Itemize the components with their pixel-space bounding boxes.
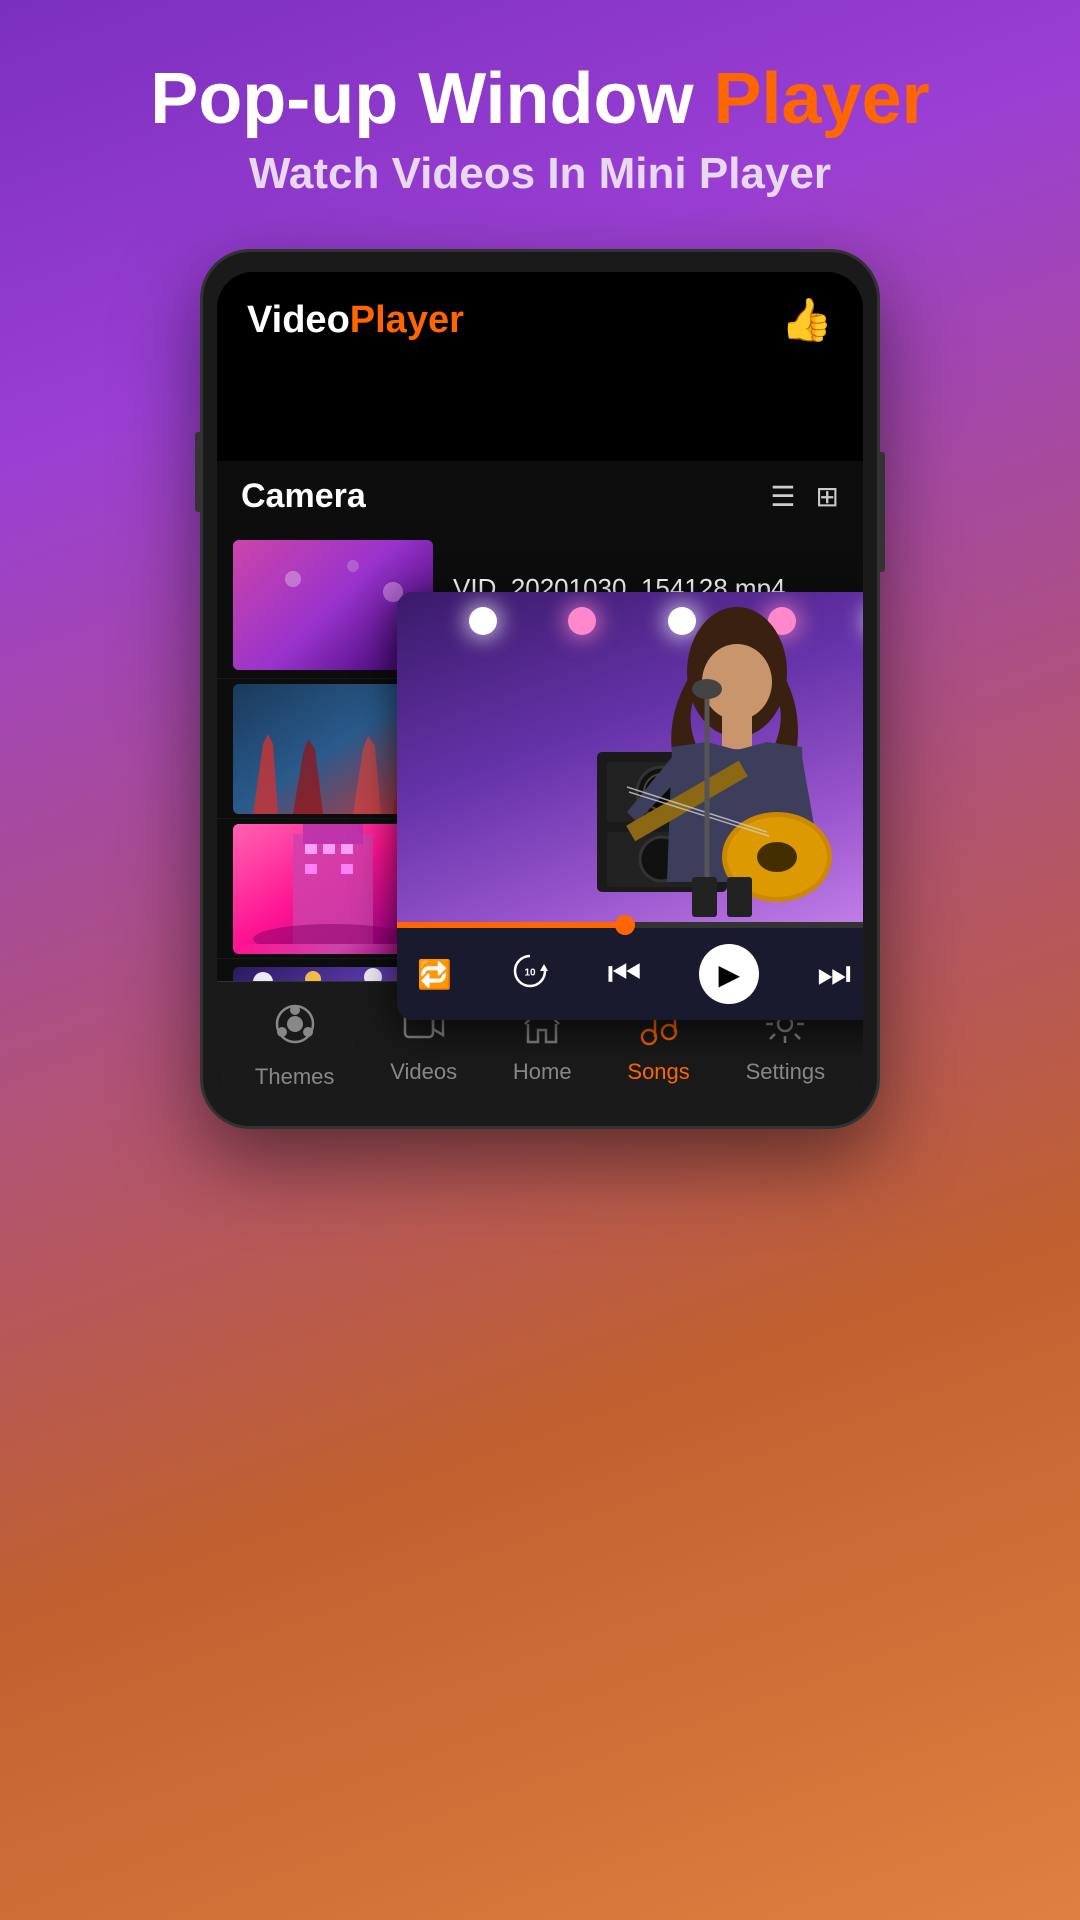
header-subtitle: Watch Videos In Mini Player bbox=[40, 149, 1040, 199]
logo-orange: Player bbox=[350, 299, 464, 341]
header-title: Pop-up Window Player bbox=[40, 60, 1040, 139]
player-progress[interactable] bbox=[397, 922, 863, 928]
list-view-icon[interactable]: ☰ bbox=[770, 480, 795, 513]
camera-label: Camera bbox=[241, 477, 366, 516]
nav-label-settings: Settings bbox=[746, 1059, 826, 1085]
header-section: Pop-up Window Player Watch Videos In Min… bbox=[0, 0, 1080, 229]
app-header: VideoPlayer 👍 bbox=[217, 272, 863, 361]
progress-fill bbox=[397, 922, 625, 928]
prev-track-icon[interactable]: ⏮ bbox=[607, 953, 641, 996]
phone-frame: VideoPlayer 👍 Camera ☰ ⊞ bbox=[200, 249, 880, 1129]
player-controls: 🔁 10 ⏮ ▶ ⏭ bbox=[397, 928, 863, 1020]
phone-screen: VideoPlayer 👍 Camera ☰ ⊞ bbox=[217, 272, 863, 1106]
mini-player: 🔁 10 ⏮ ▶ ⏭ bbox=[397, 592, 863, 1020]
header-title-orange: Player bbox=[714, 59, 930, 139]
replay-icon[interactable]: 🔁 bbox=[417, 958, 452, 991]
nav-label-songs: Songs bbox=[627, 1059, 689, 1085]
phone-mockup: VideoPlayer 👍 Camera ☰ ⊞ bbox=[180, 249, 900, 1129]
app-logo: VideoPlayer bbox=[247, 299, 464, 342]
logo-white: Video bbox=[247, 299, 350, 341]
themes-icon bbox=[273, 1002, 317, 1056]
grid-view-icon[interactable]: ⊞ bbox=[816, 480, 839, 513]
mini-player-video bbox=[397, 592, 863, 922]
header-title-white: Pop-up Window bbox=[150, 59, 713, 139]
replay10-icon[interactable]: 10 bbox=[510, 951, 550, 998]
nav-label-videos: Videos bbox=[390, 1059, 457, 1085]
next-track-icon[interactable]: ⏭ bbox=[817, 953, 851, 996]
play-pause-button[interactable]: ▶ bbox=[699, 944, 759, 1004]
view-icons: ☰ ⊞ bbox=[770, 480, 839, 513]
camera-section-header: Camera ☰ ⊞ bbox=[217, 461, 863, 532]
nav-label-themes: Themes bbox=[255, 1064, 334, 1090]
svg-text:10: 10 bbox=[524, 967, 536, 978]
nav-item-themes[interactable]: Themes bbox=[255, 1002, 334, 1090]
nav-label-home: Home bbox=[513, 1059, 572, 1085]
thumbs-up-icon[interactable]: 👍 bbox=[781, 296, 833, 345]
app-black-area bbox=[217, 361, 863, 461]
